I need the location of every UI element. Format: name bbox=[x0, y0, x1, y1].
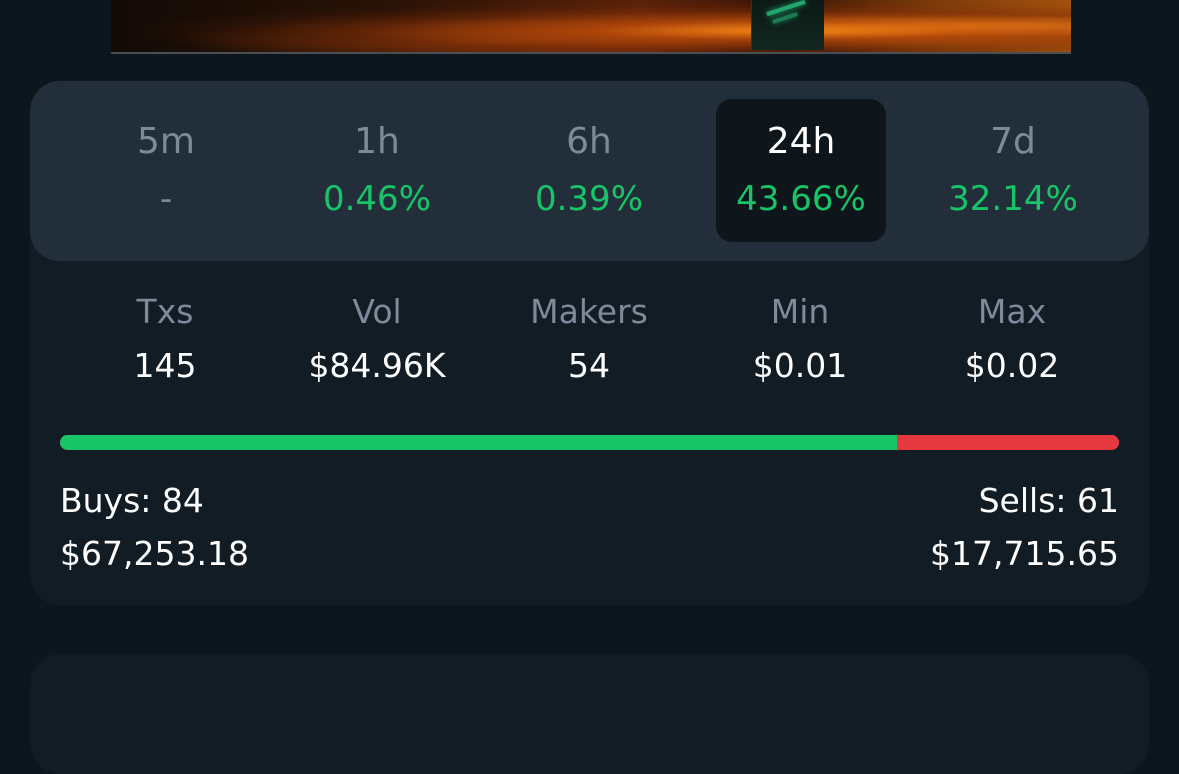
buys-amount: $67,253.18 bbox=[60, 534, 249, 573]
tab-label: 24h bbox=[766, 121, 836, 162]
tab-5m[interactable]: 5m - bbox=[81, 99, 251, 242]
buy-ratio-fill bbox=[60, 435, 897, 450]
stat-txs: Txs 145 bbox=[55, 292, 275, 386]
stat-value: 145 bbox=[133, 346, 197, 385]
stat-makers: Makers 54 bbox=[479, 292, 699, 386]
stat-max: Max $0.02 bbox=[902, 292, 1122, 386]
banner-neon-sign bbox=[751, 0, 824, 50]
tab-change-value: 43.66% bbox=[736, 179, 866, 219]
tab-1h[interactable]: 1h 0.46% bbox=[292, 99, 462, 242]
sell-ratio-fill bbox=[896, 435, 1119, 450]
stat-label: Min bbox=[770, 292, 830, 331]
stat-value: 54 bbox=[568, 346, 610, 385]
stat-value: $0.02 bbox=[964, 346, 1060, 385]
tab-24h[interactable]: 24h 43.66% bbox=[716, 99, 886, 242]
sells-count: Sells: 61 bbox=[978, 481, 1119, 520]
sells-amount: $17,715.65 bbox=[930, 534, 1119, 573]
stat-label: Vol bbox=[352, 292, 402, 331]
tab-label: 7d bbox=[990, 121, 1036, 162]
stat-label: Makers bbox=[530, 292, 648, 331]
tab-change-value: - bbox=[159, 179, 173, 219]
buy-sell-ratio-bar bbox=[60, 435, 1119, 450]
tab-change-value: 32.14% bbox=[948, 179, 1078, 219]
tab-7d[interactable]: 7d 32.14% bbox=[928, 99, 1098, 242]
period-tabs: 5m - 1h 0.46% 6h 0.39% 24h 43.66% 7d 32.… bbox=[30, 81, 1149, 261]
token-banner-image bbox=[111, 0, 1071, 54]
stat-value: $84.96K bbox=[308, 346, 446, 385]
tab-label: 1h bbox=[354, 121, 400, 162]
tab-label: 6h bbox=[566, 121, 612, 162]
stat-value: $0.01 bbox=[752, 346, 848, 385]
buys-count: Buys: 84 bbox=[60, 481, 204, 520]
stat-label: Max bbox=[977, 292, 1047, 331]
tab-label: 5m bbox=[137, 121, 195, 162]
next-section-card bbox=[30, 654, 1149, 774]
stat-vol: Vol $84.96K bbox=[267, 292, 487, 386]
stat-min: Min $0.01 bbox=[690, 292, 910, 386]
transaction-stats-card: 5m - 1h 0.46% 6h 0.39% 24h 43.66% 7d 32.… bbox=[30, 81, 1149, 605]
tab-6h[interactable]: 6h 0.39% bbox=[504, 99, 674, 242]
tab-change-value: 0.39% bbox=[534, 179, 643, 219]
stat-label: Txs bbox=[136, 292, 194, 331]
tab-change-value: 0.46% bbox=[322, 179, 431, 219]
